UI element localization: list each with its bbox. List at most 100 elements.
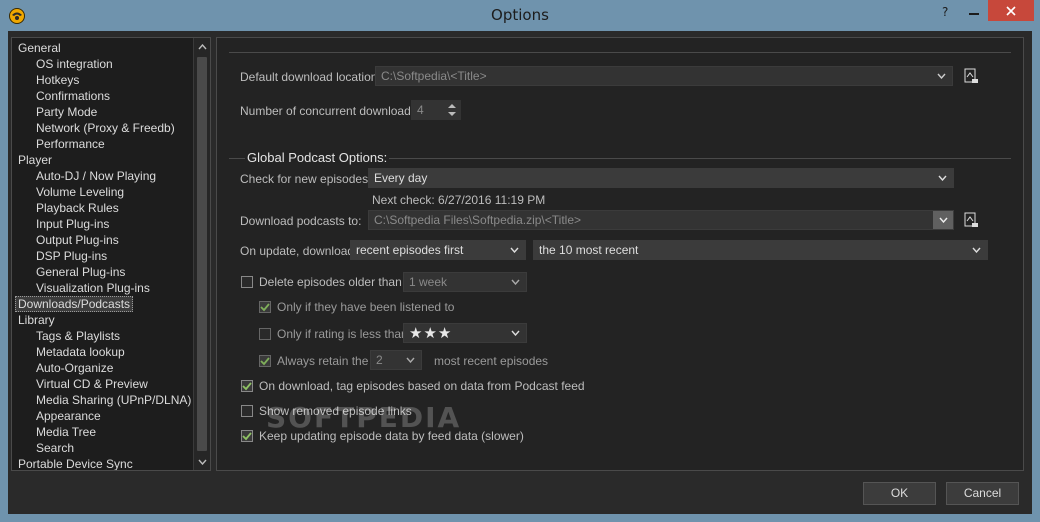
tree-item[interactable]: Party Mode [12, 104, 193, 120]
tree-item[interactable]: Auto-Organize [12, 360, 193, 376]
tree-item[interactable]: Playback Rules [12, 200, 193, 216]
tree-item-label: Media Sharing (UPnP/DLNA) [36, 393, 192, 407]
svg-text:?: ? [942, 5, 948, 17]
delete-older-checkbox[interactable] [241, 276, 253, 288]
tree-item-label: General Plug-ins [36, 265, 126, 279]
check-episodes-label: Check for new episodes: [240, 172, 372, 186]
tree-item-label: Downloads/Podcasts [15, 296, 134, 312]
retain-count-combo[interactable]: 2 [370, 350, 422, 370]
tag-episodes-checkbox[interactable] [241, 380, 253, 392]
minimize-icon [968, 12, 979, 15]
chevron-down-icon [933, 211, 953, 229]
download-to-combo[interactable]: C:\Softpedia Files\Softpedia.zip\<Title> [368, 210, 954, 230]
most-recent-combo[interactable]: the 10 most recent [533, 240, 988, 260]
listened-checkbox[interactable] [259, 301, 271, 313]
tree-item[interactable]: Library [12, 312, 193, 328]
tree-item[interactable]: Confirmations [12, 88, 193, 104]
question-icon: ? [942, 5, 948, 17]
scroll-thumb[interactable] [197, 57, 207, 451]
tree-item[interactable]: Tags & Playlists [12, 328, 193, 344]
on-update-order-value: recent episodes first [356, 243, 464, 257]
keep-updating-checkbox[interactable] [241, 430, 253, 442]
title-bar: Options ? [0, 0, 1040, 31]
tree-item[interactable]: Input Plug-ins [12, 216, 193, 232]
browse-folder-icon[interactable] [963, 68, 979, 84]
tree-item-label: Player [18, 153, 53, 167]
check-episodes-value: Every day [374, 171, 428, 185]
ok-button[interactable]: OK [863, 482, 936, 505]
rating-combo[interactable]: ★★★ [403, 323, 527, 343]
removed-links-checkbox[interactable] [241, 405, 253, 417]
tree-item-label: Portable Device Sync [18, 457, 133, 470]
tree-item-label: Hotkeys [36, 73, 80, 87]
browse-podcast-folder-icon[interactable] [963, 212, 979, 228]
podcast-group-title: Global Podcast Options: [245, 150, 390, 165]
tree-item[interactable]: Virtual CD & Preview [12, 376, 193, 392]
tree-item[interactable]: Visualization Plug-ins [12, 280, 193, 296]
scroll-up-button[interactable] [194, 38, 210, 55]
download-location-value: C:\Softpedia\<Title> [381, 69, 487, 83]
spinner-arrows-icon[interactable] [447, 102, 457, 118]
chevron-down-icon [935, 169, 949, 187]
concurrent-downloads-spinner[interactable]: 4 [411, 100, 461, 120]
tree-item[interactable]: Volume Leveling [12, 184, 193, 200]
chevron-down-icon [508, 273, 522, 291]
listened-label: Only if they have been listened to [277, 300, 455, 314]
tree-item-label: Virtual CD & Preview [36, 377, 148, 391]
tree-item[interactable]: Appearance [12, 408, 193, 424]
tree-item-label: Search [36, 441, 75, 455]
dialog-client: General OS integration Hotkeys Confirmation… [8, 31, 1032, 514]
tree-item-label: Network (Proxy & Freedb) [36, 121, 175, 135]
tree-item-label: Metadata lookup [36, 345, 125, 359]
tree-list: General OS integration Hotkeys Confirmation… [12, 38, 193, 470]
download-location-label: Default download location: [240, 70, 381, 84]
tree-item[interactable]: Auto-DJ / Now Playing [12, 168, 193, 184]
delete-older-combo[interactable]: 1 week [403, 272, 527, 292]
download-to-value: C:\Softpedia Files\Softpedia.zip\<Title> [374, 213, 581, 227]
retain-label: Always retain the [277, 354, 369, 368]
retain-checkbox[interactable] [259, 355, 271, 367]
tree-item-label: General [18, 41, 61, 55]
tag-episodes-label: On download, tag episodes based on data … [259, 379, 585, 393]
on-update-order-combo[interactable]: recent episodes first [350, 240, 526, 260]
tree-scrollbar[interactable] [193, 38, 210, 470]
retain-count-value: 2 [376, 353, 383, 367]
tree-item[interactable]: Portable Device Sync [12, 456, 193, 470]
checkmark-icon [242, 432, 252, 441]
tree-item[interactable]: OS integration [12, 56, 193, 72]
tree-item[interactable]: Hotkeys [12, 72, 193, 88]
scroll-down-button[interactable] [194, 453, 210, 470]
tree-item[interactable]: General Plug-ins [12, 264, 193, 280]
tree-item-label: Output Plug-ins [36, 233, 119, 247]
cancel-button[interactable]: Cancel [946, 482, 1019, 505]
tree-item[interactable]: Output Plug-ins [12, 232, 193, 248]
removed-links-label: Show removed episode links [259, 404, 412, 418]
rating-checkbox[interactable] [259, 328, 271, 340]
tree-item[interactable]: DSP Plug-ins [12, 248, 193, 264]
download-location-combo[interactable]: C:\Softpedia\<Title> [375, 66, 953, 86]
minimize-button[interactable] [960, 0, 987, 21]
help-button[interactable]: ? [932, 0, 959, 21]
tree-item[interactable]: Network (Proxy & Freedb) [12, 120, 193, 136]
chevron-down-icon [969, 241, 983, 259]
tree-item[interactable]: Media Sharing (UPnP/DLNA) [12, 392, 193, 408]
check-episodes-combo[interactable]: Every day [368, 168, 954, 188]
top-separator [229, 52, 1011, 53]
tree-item-label: Playback Rules [36, 201, 119, 215]
tree-item[interactable]: Search [12, 440, 193, 456]
tree-item[interactable]: General [12, 40, 193, 56]
tree-item-label: Volume Leveling [36, 185, 125, 199]
next-check-text: Next check: 6/27/2016 11:19 PM [372, 193, 546, 207]
checkmark-icon [260, 303, 270, 312]
tree-item[interactable]: Downloads/Podcasts [12, 296, 193, 312]
settings-panel: Default download location: C:\Softpedia\… [216, 37, 1024, 471]
tree-item[interactable]: Player [12, 152, 193, 168]
close-icon [1006, 5, 1016, 16]
concurrent-downloads-value: 4 [417, 103, 424, 117]
tree-item[interactable]: Metadata lookup [12, 344, 193, 360]
tree-item[interactable]: Performance [12, 136, 193, 152]
tree-item[interactable]: Media Tree [12, 424, 193, 440]
close-button[interactable] [988, 0, 1034, 21]
tree-item-label: Auto-Organize [36, 361, 114, 375]
chevron-down-icon [934, 67, 948, 85]
